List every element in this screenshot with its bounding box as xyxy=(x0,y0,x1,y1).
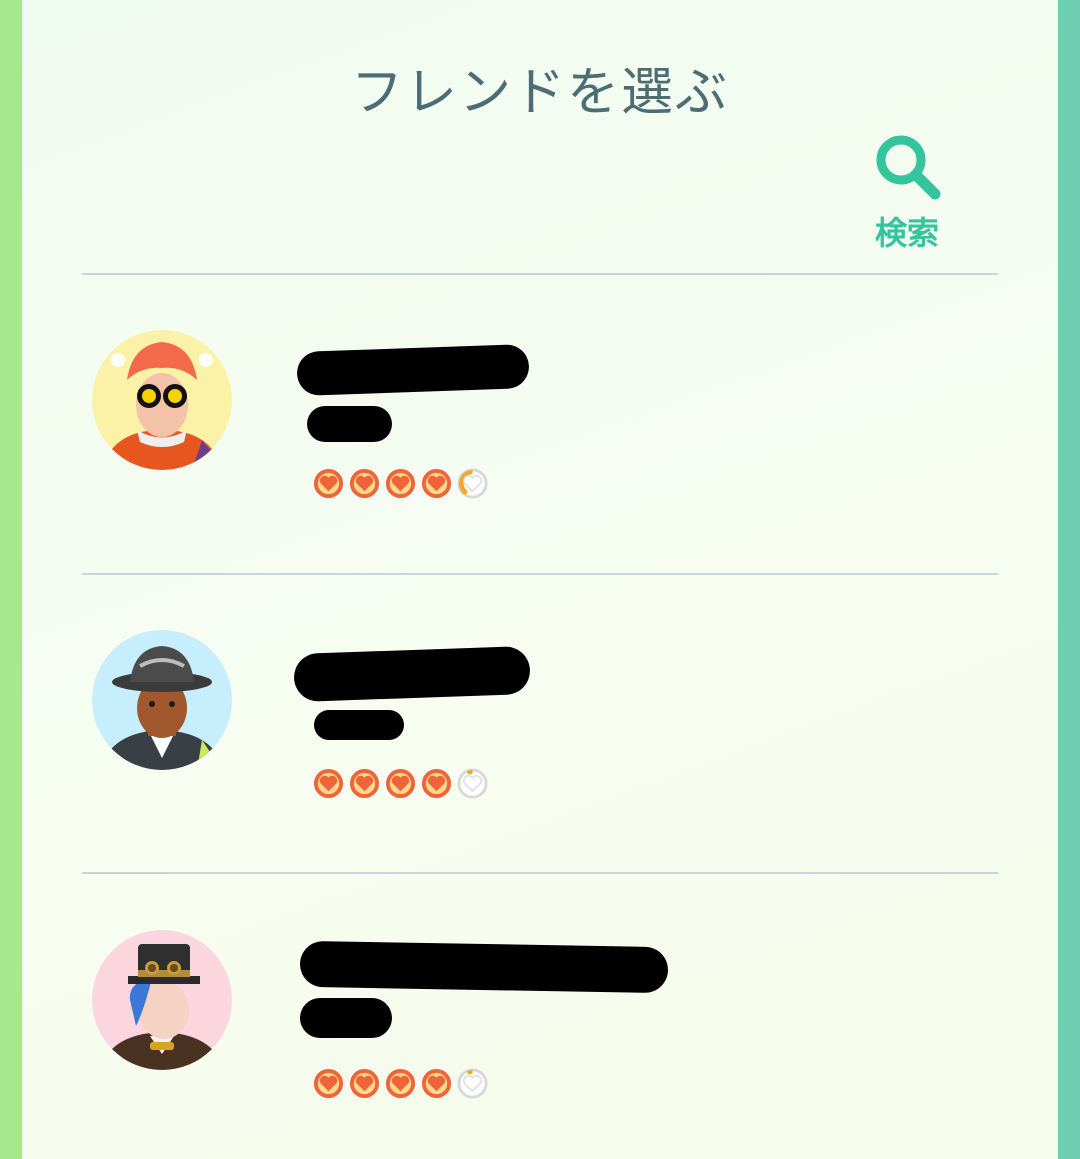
redaction-mark xyxy=(300,998,392,1038)
heart-icon xyxy=(385,768,416,799)
friend-row[interactable] xyxy=(22,610,1058,850)
trainer-avatar-icon xyxy=(92,930,232,1070)
search-label: 検索 xyxy=(874,214,939,252)
search-icon xyxy=(876,135,941,200)
heart-icon xyxy=(421,1068,452,1099)
friend-select-panel: フレンドを選ぶ 検索 xyxy=(22,0,1058,1159)
heart-icon xyxy=(313,768,344,799)
heart-empty-icon xyxy=(457,768,488,799)
heart-icon xyxy=(313,468,344,499)
heart-empty-icon xyxy=(457,468,488,499)
heart-icon xyxy=(385,1068,416,1099)
friend-row[interactable] xyxy=(22,310,1058,550)
friendship-level xyxy=(312,767,489,801)
heart-icon xyxy=(349,1068,380,1099)
redaction-mark xyxy=(293,645,531,703)
heart-empty-icon xyxy=(457,1068,488,1099)
avatar xyxy=(92,330,232,470)
redaction-mark xyxy=(314,710,404,740)
trainer-avatar-icon xyxy=(92,630,232,770)
friendship-level xyxy=(312,1067,489,1101)
heart-icon xyxy=(313,1068,344,1099)
heart-icon xyxy=(421,468,452,499)
page-title: フレンドを選ぶ xyxy=(350,63,729,123)
redaction-mark xyxy=(307,406,392,442)
heart-icon xyxy=(421,768,452,799)
heart-icon xyxy=(385,468,416,499)
divider xyxy=(82,273,998,275)
heart-icon xyxy=(349,468,380,499)
avatar xyxy=(92,930,232,1070)
divider xyxy=(82,573,998,575)
search-button[interactable]: 検索 xyxy=(862,130,952,260)
divider xyxy=(82,872,998,874)
redaction-mark xyxy=(299,940,669,994)
avatar xyxy=(92,630,232,770)
trainer-avatar-icon xyxy=(92,330,232,470)
redaction-mark xyxy=(296,343,530,397)
friendship-level xyxy=(312,467,489,501)
friend-row[interactable] xyxy=(22,910,1058,1150)
heart-icon xyxy=(349,768,380,799)
